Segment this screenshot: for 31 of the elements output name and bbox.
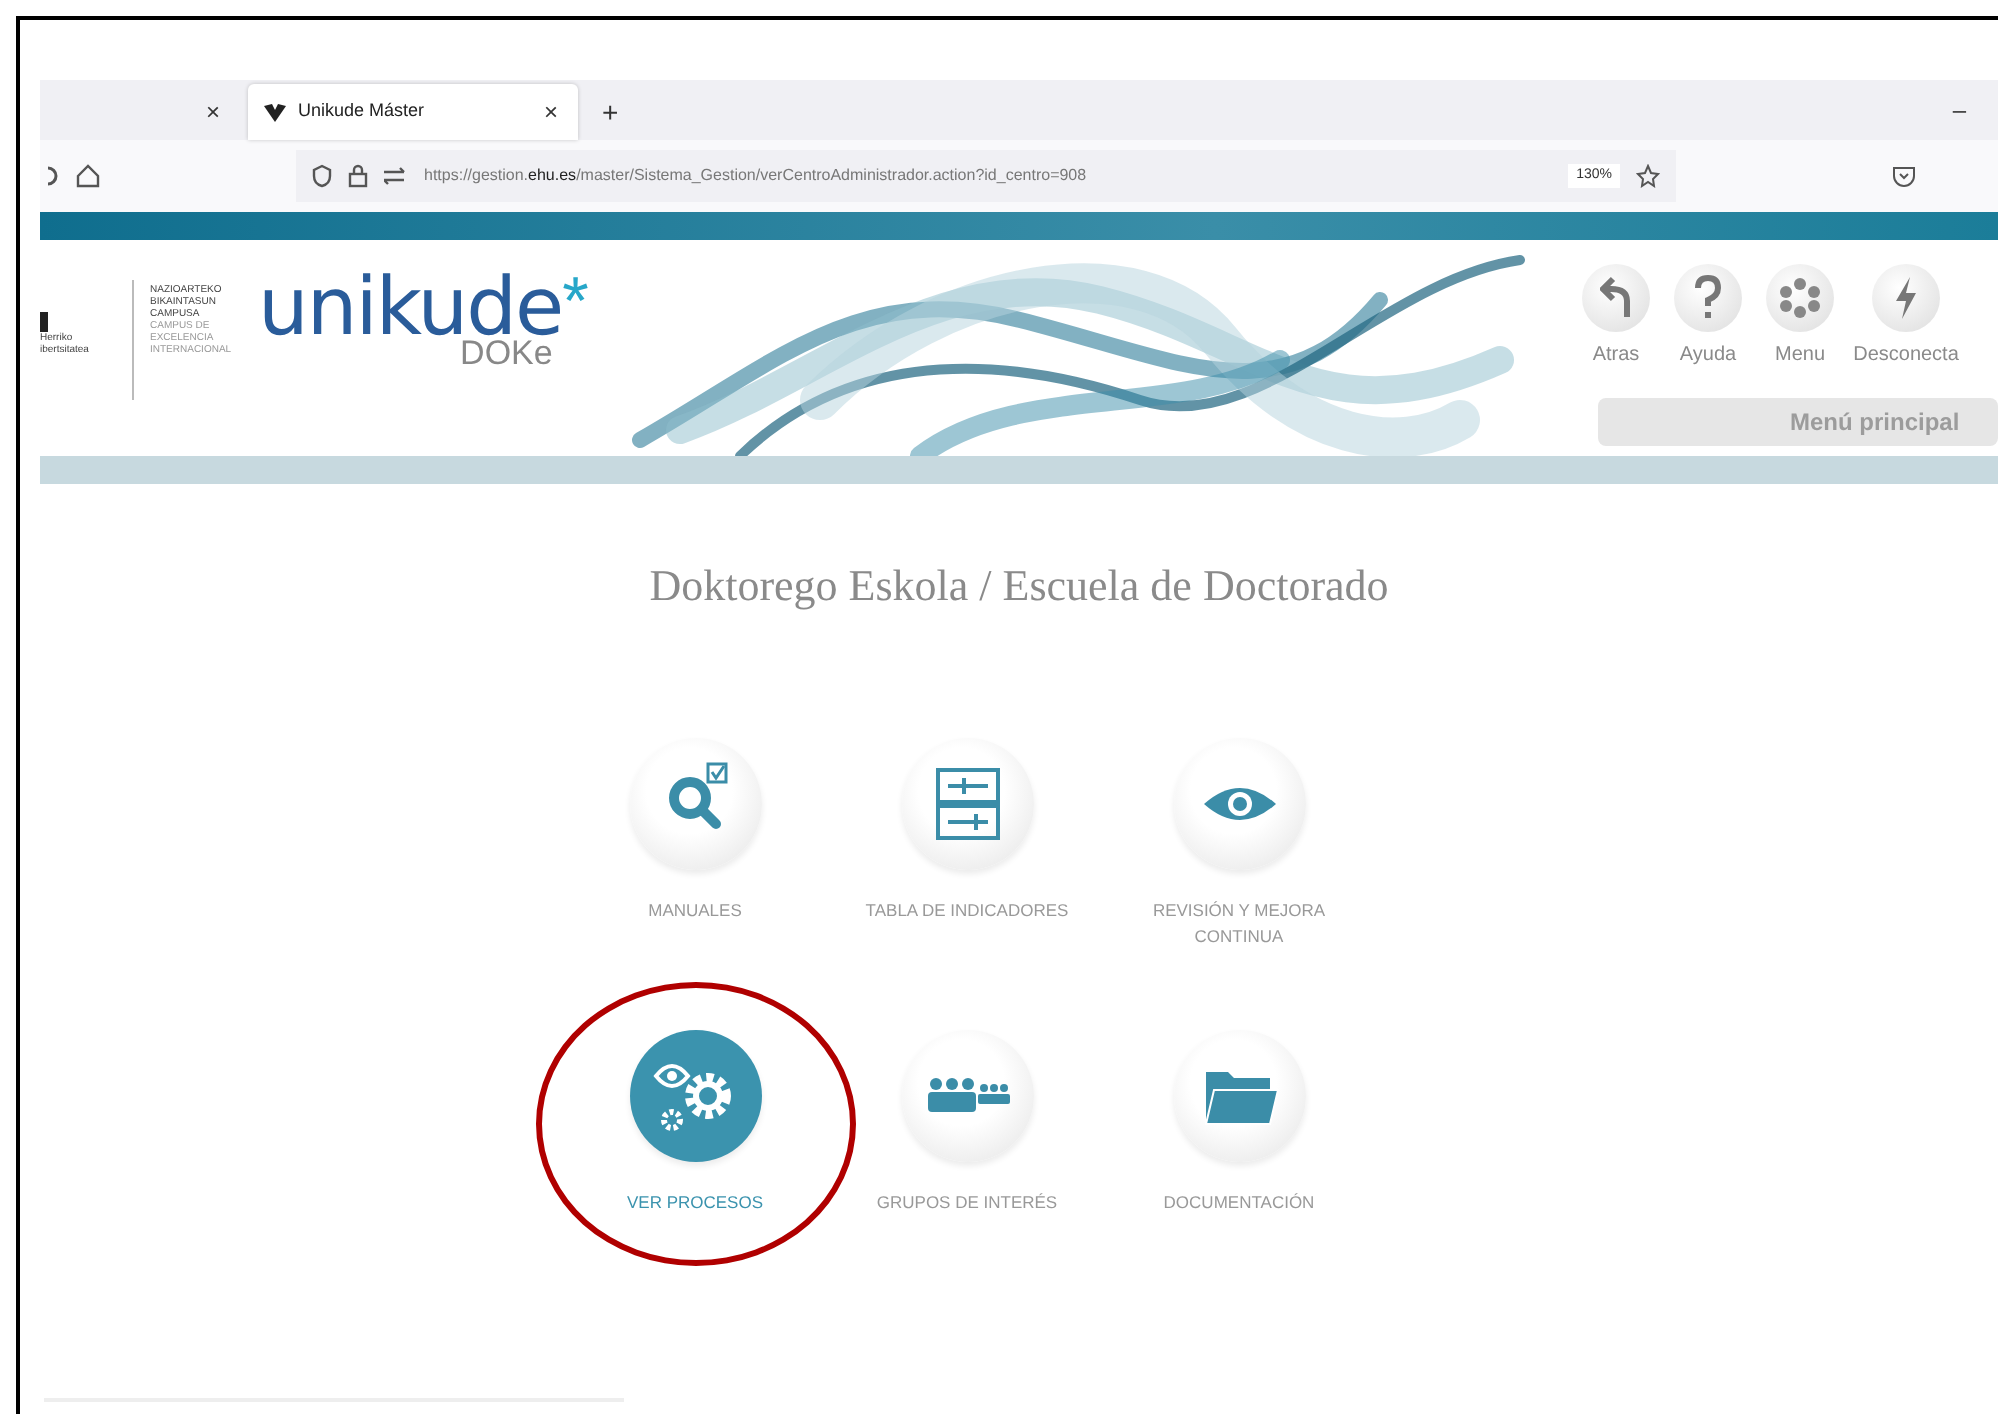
close-tab-button[interactable]: × bbox=[201, 100, 224, 124]
menu-tile[interactable]: REVISIÓN Y MEJORA CONTINUA bbox=[1103, 738, 1375, 949]
menu-tile[interactable]: VER PROCESOS bbox=[559, 1029, 831, 1215]
heart-logo-icon bbox=[264, 103, 286, 121]
browser-tab[interactable]: Unikude Máster × bbox=[248, 84, 578, 140]
main-menu-button[interactable]: Menú principal bbox=[1598, 398, 1998, 446]
lightning-icon bbox=[1894, 276, 1918, 320]
browser-tab[interactable]: × bbox=[40, 84, 240, 140]
lock-icon bbox=[348, 164, 368, 188]
close-tab-button[interactable]: × bbox=[539, 100, 562, 124]
bookmark-star-icon bbox=[1636, 164, 1660, 188]
pocket-icon bbox=[1892, 164, 1916, 188]
menu-tile[interactable]: DOCUMENTACIÓN bbox=[1103, 1029, 1375, 1215]
reload-icon bbox=[48, 164, 60, 188]
minimize-button[interactable]: – bbox=[1948, 98, 1970, 122]
asterisk-menu-icon bbox=[1780, 278, 1820, 318]
permissions-icon bbox=[384, 166, 408, 186]
logo-asterisk: * bbox=[562, 268, 589, 344]
back-arrow-icon bbox=[1600, 276, 1632, 320]
menu-tile[interactable]: TABLA DE INDICADORES bbox=[831, 738, 1103, 924]
shield-icon bbox=[312, 164, 332, 188]
menu-tile[interactable]: GRUPOS DE INTERÉS bbox=[831, 1029, 1103, 1215]
home-icon bbox=[76, 164, 100, 188]
page-title: Doktorego Eskola / Escuela de Doctorado bbox=[647, 558, 1391, 614]
new-tab-button[interactable]: + bbox=[598, 98, 623, 126]
menu-tile[interactable]: MANUALES bbox=[559, 738, 831, 924]
help-icon bbox=[1694, 274, 1722, 322]
tab-title: Unikude Máster bbox=[298, 98, 425, 125]
header-action-button[interactable]: Desconecta bbox=[1850, 264, 1962, 370]
url-text: https://gestion.ehu.es/master/Sistema_Gestion/verCentroAdministrador.action?id_centro=908 bbox=[424, 164, 1087, 188]
university-logo-icon bbox=[40, 312, 50, 332]
